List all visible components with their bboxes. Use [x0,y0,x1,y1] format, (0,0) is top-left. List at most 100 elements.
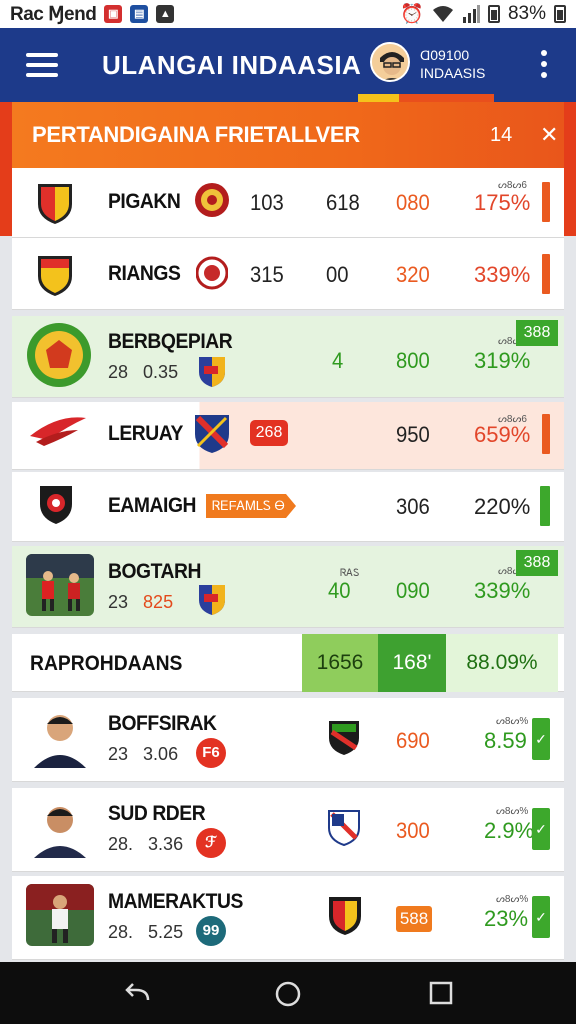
score-badge: 268 [250,420,288,446]
percentage: 8.59 [484,728,527,753]
select-checkbox[interactable]: ✓ [532,718,550,760]
team-shield-icon [38,184,72,224]
stat-value: 618 [326,190,360,215]
section-count: 14 [490,124,513,146]
player-name: BOFFSIRAK [108,712,217,735]
percentage: 659% [474,422,531,447]
trend-bar [540,486,550,526]
stat-value: 080 [396,190,430,215]
menu-icon[interactable] [26,53,58,77]
player-photo [26,884,94,946]
list-item[interactable]: LERUAY 268 950 ᔕ8ᔕ6 659% [12,402,564,470]
stat-value: 690 [396,728,430,753]
player-meta: 28. 3.36 [108,834,183,855]
player-name: MAMERAKTUS [108,890,243,913]
team-name: BERBQEPIAR [108,330,233,353]
signal-icon [462,5,480,23]
tab-indicator [358,94,494,102]
status-badge: 388 [516,550,558,576]
list-item[interactable]: BERBQEPIAR 28 0.35 4 800 ᔕ8ᔕ% 319% 388 [12,316,564,398]
home-icon[interactable] [274,980,302,1008]
meta-value: 28. [108,922,134,942]
notification-app-icon: ▣ [104,5,123,23]
percentage: 339% [474,262,531,287]
wifi-icon [432,6,453,22]
club-crest-icon [196,256,228,290]
stat-value: 00 [326,262,349,287]
team-name: PIGAKN [108,190,181,213]
stat-value: 090 [396,578,430,603]
select-checkbox[interactable]: ✓ [532,808,550,850]
summary-percentage: 88.09% [446,634,558,692]
battery-icon [487,5,500,23]
percentage: 319% [474,348,531,373]
app-bar: ULANGAI INDAASIA Ɑ09100 INDAASIS [0,28,576,102]
app-title: ULANGAI INDAASIA [102,49,362,80]
section-header: PERTANDIGAINA FRIETALLVER 14 ✕ [12,102,564,168]
stat-value: 306 [396,494,430,519]
meta-value: 3.06 [143,744,179,764]
player-meta: 28. 5.25 [108,922,183,943]
stat-caption: ᔕ8ᔕ% [496,806,529,817]
percentage: 23% [484,906,529,931]
meta-value: 28 [108,362,129,382]
stat-value: 40 [328,578,351,603]
club-shield-icon [199,357,225,387]
team-shield-icon [38,256,72,296]
stat-value: 800 [396,348,430,373]
alarm-icon: ⏰ [400,4,424,25]
list-item[interactable]: EAMAIGH ᏒᎬFᎪᎷLᏚ Ꮎ 306 220% [12,472,564,542]
stat-value: 950 [396,422,430,447]
player-photo [26,554,94,616]
notification-photo-icon: ▲ [156,5,175,23]
list-item[interactable]: BOFFSIRAK 23 3.06 F6 690 ᔕ8ᔕ% 8.59 ✓ [12,698,564,782]
team-shield-icon [40,486,72,524]
list-item[interactable]: SUD RDER 28. 3.36 ℱ 300 ᔕ8ᔕ% 2.9% ✓ [12,788,564,872]
percentage: 220% [474,494,531,519]
team-name: EAMAIGH [108,494,197,517]
stat-value: 315 [250,262,284,287]
team-name: BOGTARH [108,560,202,583]
wings-logo-icon [30,417,86,446]
number-badge: F6 [196,738,226,768]
club-shield-icon [199,585,225,615]
player-photo [26,796,94,858]
percentage: 339% [474,578,531,603]
list-item[interactable]: RIANGS 315 00 320 339% [12,238,564,310]
meta-value: 23 [108,744,129,764]
stat-caption: ᔕ8ᔕ% [496,716,529,727]
carrier-text: Rac Ɱend [10,3,97,25]
team-name: RIANGS [108,262,181,285]
section-title: PERTANDIGAINA FRIETALLVER [32,122,360,147]
recents-icon[interactable] [428,980,454,1006]
club-shield-icon [195,415,229,453]
user-name: Ɑ09100 [420,47,470,63]
more-vert-icon[interactable] [540,50,548,78]
list-item[interactable]: BOGTARH 23 825 ᏒᎪᏚ 40 090 ᔕ8ᔕ% 339% 388 [12,546,564,628]
list-item[interactable]: PIGAKN 103 618 080 ᔕ8ᔕ6 175% [12,168,564,238]
stat-caption: ᔕ8ᔕ% [496,894,529,905]
club-shield-icon [329,897,361,935]
club-shield-icon [329,721,359,755]
meta-value: 0.35 [143,362,179,382]
summary-row[interactable]: RAPROHDAANS 1656 168' 88.09% [12,634,564,692]
battery-icon [554,5,566,23]
back-icon[interactable] [122,980,152,1008]
club-shield-icon [328,810,360,846]
notification-app-icon: ▤ [130,5,149,23]
select-checkbox[interactable]: ✓ [532,896,550,938]
club-crest-icon [195,183,229,217]
percentage: 175% [474,190,531,215]
side-accent [564,102,576,236]
close-icon[interactable]: ✕ [540,122,558,148]
stat-value: 300 [396,818,430,843]
avatar[interactable] [370,42,410,82]
trend-bar [542,254,550,294]
list-item[interactable]: MAMERAKTUS 28. 5.25 99 588 ᔕ8ᔕ% 23% ✓ [12,876,564,960]
system-nav-bar [0,962,576,1024]
trend-bar [542,182,550,222]
trend-bar [542,414,550,454]
number-badge: ℱ [196,828,226,858]
team-name: LERUAY [108,422,183,445]
team-emblem-icon [27,323,91,387]
